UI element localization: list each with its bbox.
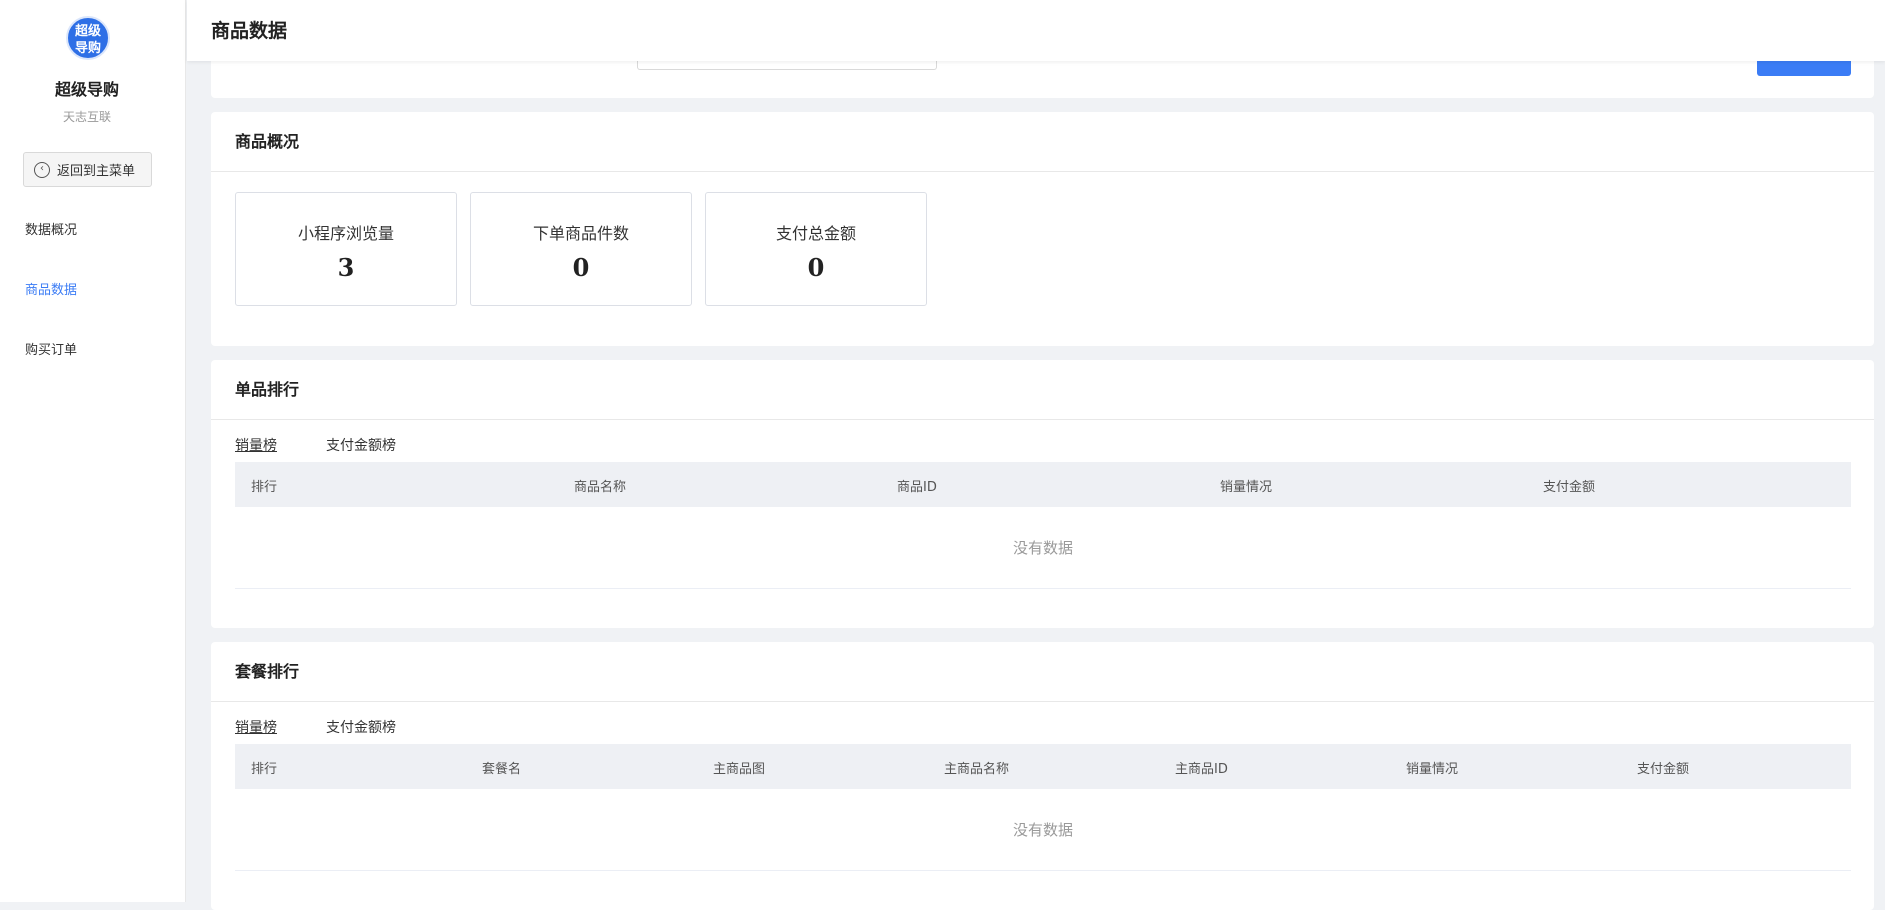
column-header: 排行 [251,762,278,777]
tab-sales-volume[interactable]: 销量榜 [235,435,277,455]
stat-card: 支付总金额 0 [705,192,927,306]
sidebar-item-product-data[interactable]: 商品数据 [25,279,77,298]
section-title: 商品概况 [211,112,1874,172]
stat-value: 3 [337,253,355,282]
tab-sales-volume[interactable]: 销量榜 [235,717,277,737]
top-bar: 商品数据 [187,0,1885,61]
empty-state: 没有数据 [235,789,1851,871]
logo-line-1: 超级 [74,24,101,39]
back-to-main-menu-button[interactable]: ‹ 返回到主菜单 [23,152,152,187]
stat-label: 下单商品件数 [532,224,629,243]
single-product-ranking-card: 单品排行 销量榜 支付金额榜 排行 商品名称 商品ID 销量情况 支付金额 没有… [211,360,1874,628]
org-name: 天志互联 [62,110,111,124]
column-header: 支付金额 [1543,480,1596,495]
package-ranking-card: 套餐排行 销量榜 支付金额榜 排行 套餐名 主商品图 主商品名称 主商品ID 销… [211,642,1874,910]
empty-state: 没有数据 [235,507,1851,589]
section-title: 套餐排行 [211,642,1874,702]
column-header: 主商品ID [1175,762,1228,777]
tab-payment-amount[interactable]: 支付金额榜 [326,717,396,737]
column-header: 主商品名称 [944,762,1010,777]
section-title: 单品排行 [211,360,1874,420]
app-logo: 超级 导购 [66,16,110,60]
tab-payment-amount[interactable]: 支付金额榜 [326,435,396,455]
stat-value: 0 [572,253,590,282]
page-title: 商品数据 [211,20,288,42]
back-button-label: 返回到主菜单 [57,164,136,179]
sidebar-item-data-overview[interactable]: 数据概况 [25,219,77,238]
column-header: 销量情况 [1220,480,1273,495]
app-name: 超级导购 [54,80,119,99]
stat-value: 0 [807,253,825,282]
chevron-left-icon: ‹ [34,161,50,178]
sidebar: 超级 导购 超级导购 天志互联 ‹ 返回到主菜单 数据概况 商品数据 购买订单 [0,0,186,902]
stat-card: 小程序浏览量 3 [235,192,457,306]
table-header: 排行 商品名称 商品ID 销量情况 支付金额 [235,462,1851,507]
column-header: 支付金额 [1637,762,1690,777]
stat-label: 支付总金额 [775,224,856,243]
product-overview-card: 商品概况 小程序浏览量 3 下单商品件数 0 支付总金额 0 [211,112,1874,346]
table-header: 排行 套餐名 主商品图 主商品名称 主商品ID 销量情况 支付金额 [235,744,1851,789]
column-header: 商品ID [897,480,937,495]
logo-line-2: 导购 [74,41,101,56]
column-header: 排行 [251,480,278,495]
column-header: 销量情况 [1406,762,1459,777]
column-header: 主商品图 [713,762,766,777]
stat-card: 下单商品件数 0 [470,192,692,306]
sidebar-item-purchase-orders[interactable]: 购买订单 [25,339,77,358]
column-header: 商品名称 [574,480,627,495]
column-header: 套餐名 [482,762,522,777]
stat-label: 小程序浏览量 [297,224,394,243]
